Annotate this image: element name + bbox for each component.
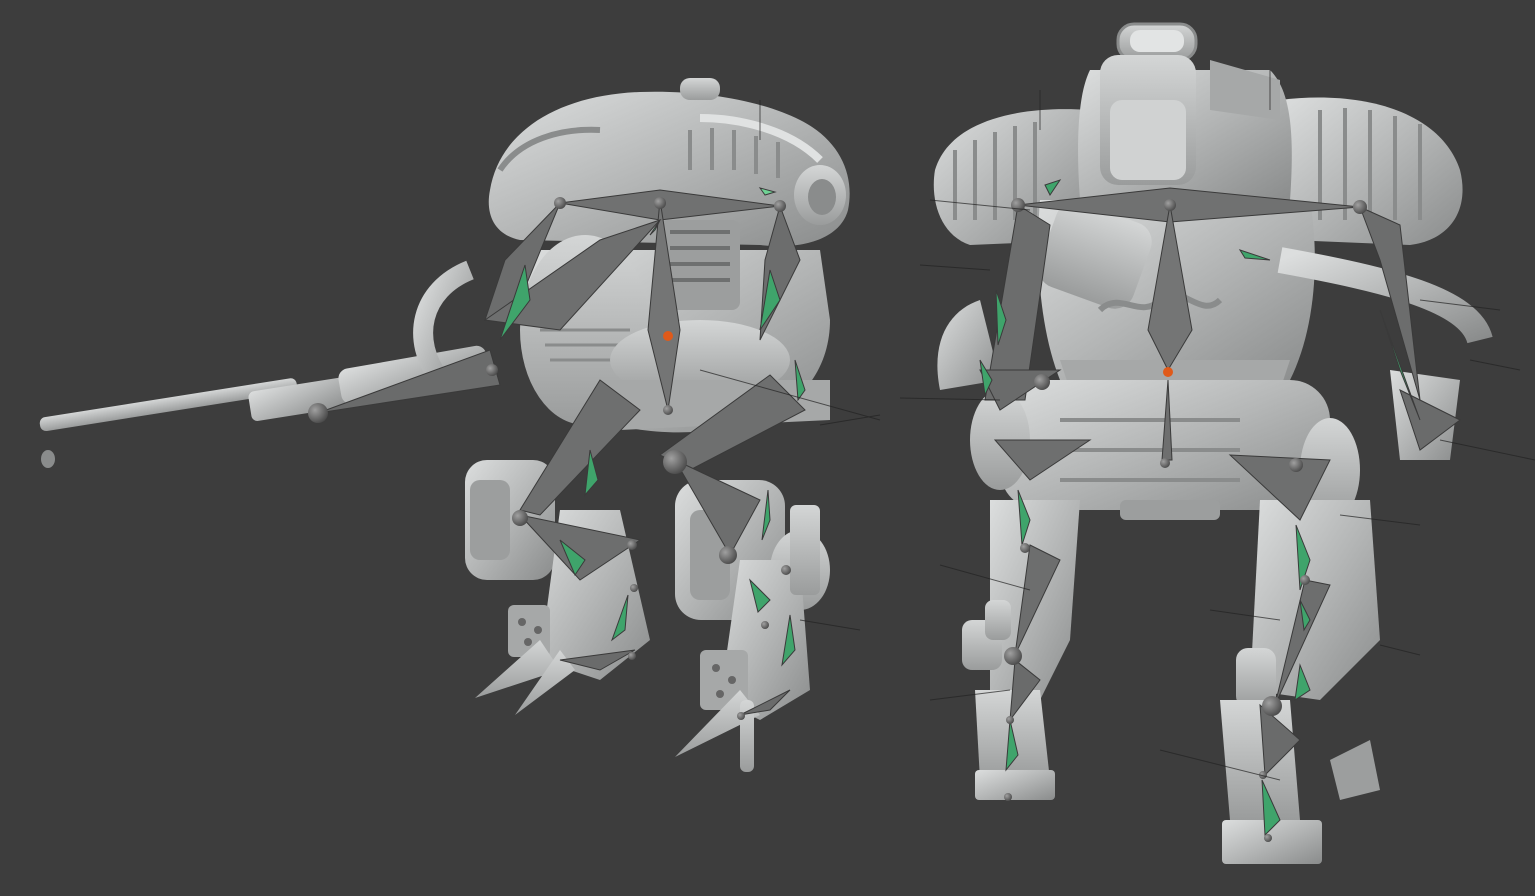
3d-viewport[interactable] <box>0 0 1535 896</box>
active-joint-rear[interactable] <box>1163 367 1173 377</box>
active-joint[interactable] <box>663 331 673 341</box>
viewport-canvas[interactable] <box>0 0 1535 896</box>
back-housing[interactable] <box>1078 55 1292 200</box>
